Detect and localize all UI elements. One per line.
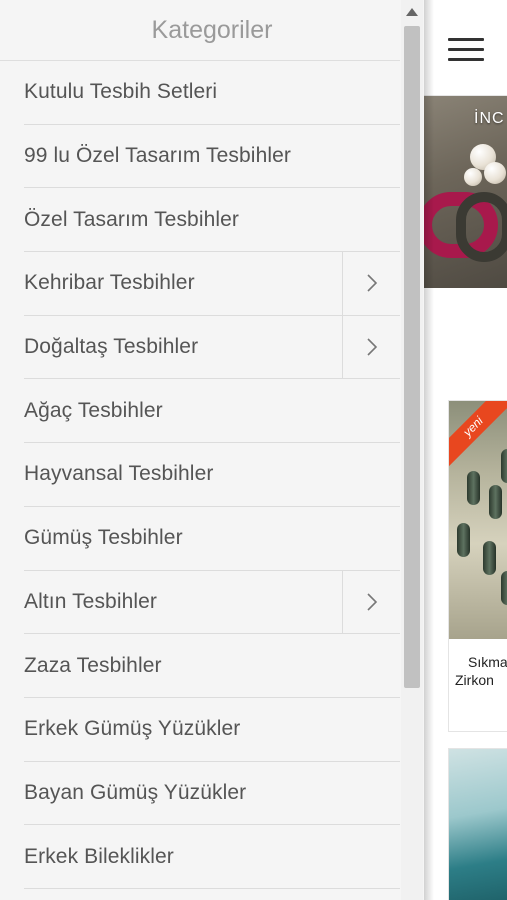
category-item[interactable]: Özel Tasarım Tesbihler — [24, 188, 400, 253]
category-label: Gümüş Tesbihler — [24, 526, 183, 550]
hamburger-icon[interactable] — [448, 38, 484, 64]
scrollbar-thumb[interactable] — [404, 26, 420, 688]
category-label: Kehribar Tesbihler — [24, 271, 195, 295]
category-item[interactable]: Bayan Gümüş Yüzükler — [24, 762, 400, 826]
drawer-header: Kategoriler — [0, 0, 424, 60]
category-label: Hayvansal Tesbihler — [24, 462, 214, 486]
category-item[interactable]: Kehribar Tesbihler — [24, 252, 400, 316]
hero-banner[interactable]: İNC — [424, 96, 507, 288]
category-item[interactable]: Kutulu Tesbih Setleri — [24, 61, 400, 125]
category-label: Doğaltaş Tesbihler — [24, 335, 199, 359]
drawer-title: Kategoriler — [151, 15, 273, 44]
category-item[interactable]: Erkek Gümüş Yüzükler — [24, 698, 400, 762]
category-item[interactable]: Hayvansal Tesbihler — [24, 443, 400, 507]
category-label: Zaza Tesbihler — [24, 653, 162, 677]
category-item[interactable]: Ağaç Tesbihler — [24, 379, 400, 444]
product-image — [449, 749, 507, 900]
main-page: İNC yeni Sıkma Zirkon — [424, 0, 507, 900]
chevron-right-icon[interactable] — [342, 315, 400, 379]
category-item[interactable]: Zaza Tesbihler — [24, 634, 400, 698]
new-badge: yeni — [449, 401, 507, 469]
category-item[interactable]: 99 lu Özel Tasarım Tesbihler — [24, 125, 400, 189]
product-title-line2: Zirkon — [455, 672, 494, 688]
drawer-shadow — [424, 0, 434, 900]
category-label: Erkek Bileklikler — [24, 844, 174, 868]
category-label: 99 lu Özel Tasarım Tesbihler — [24, 144, 291, 168]
product-title-line1: Sıkma — [468, 654, 507, 670]
product-card[interactable]: yeni Sıkma Zirkon — [448, 400, 507, 732]
top-bar — [424, 0, 507, 96]
category-drawer: Kategoriler Kutulu Tesbih Setleri 99 lu Ö… — [0, 0, 424, 900]
category-label: Bayan Gümüş Yüzükler — [24, 780, 247, 804]
product-card[interactable] — [448, 748, 507, 900]
category-item[interactable]: Gümüş Tesbihler — [24, 507, 400, 571]
category-label: Altın Tesbihler — [24, 589, 158, 613]
scroll-up-arrow-icon[interactable] — [406, 8, 418, 16]
category-label: Erkek Gümüş Yüzükler — [24, 717, 241, 741]
product-image: yeni — [449, 401, 507, 639]
new-badge-label: yeni — [460, 413, 486, 440]
category-list: Kutulu Tesbih Setleri 99 lu Özel Tasarım … — [0, 60, 400, 889]
category-item[interactable]: Doğaltaş Tesbihler — [24, 315, 400, 380]
category-label: Özel Tasarım Tesbihler — [24, 207, 240, 231]
category-label: Ağaç Tesbihler — [24, 398, 163, 422]
scrollbar[interactable] — [401, 0, 423, 900]
category-label: Kutulu Tesbih Setleri — [24, 80, 218, 104]
chevron-right-icon[interactable] — [342, 570, 400, 634]
product-title[interactable]: Sıkma Zirkon — [455, 653, 507, 689]
banner-text: İNC — [474, 110, 505, 127]
category-item[interactable]: Altın Tesbihler — [24, 570, 400, 635]
category-item[interactable]: Erkek Bileklikler — [24, 825, 400, 889]
chevron-right-icon[interactable] — [342, 252, 400, 315]
